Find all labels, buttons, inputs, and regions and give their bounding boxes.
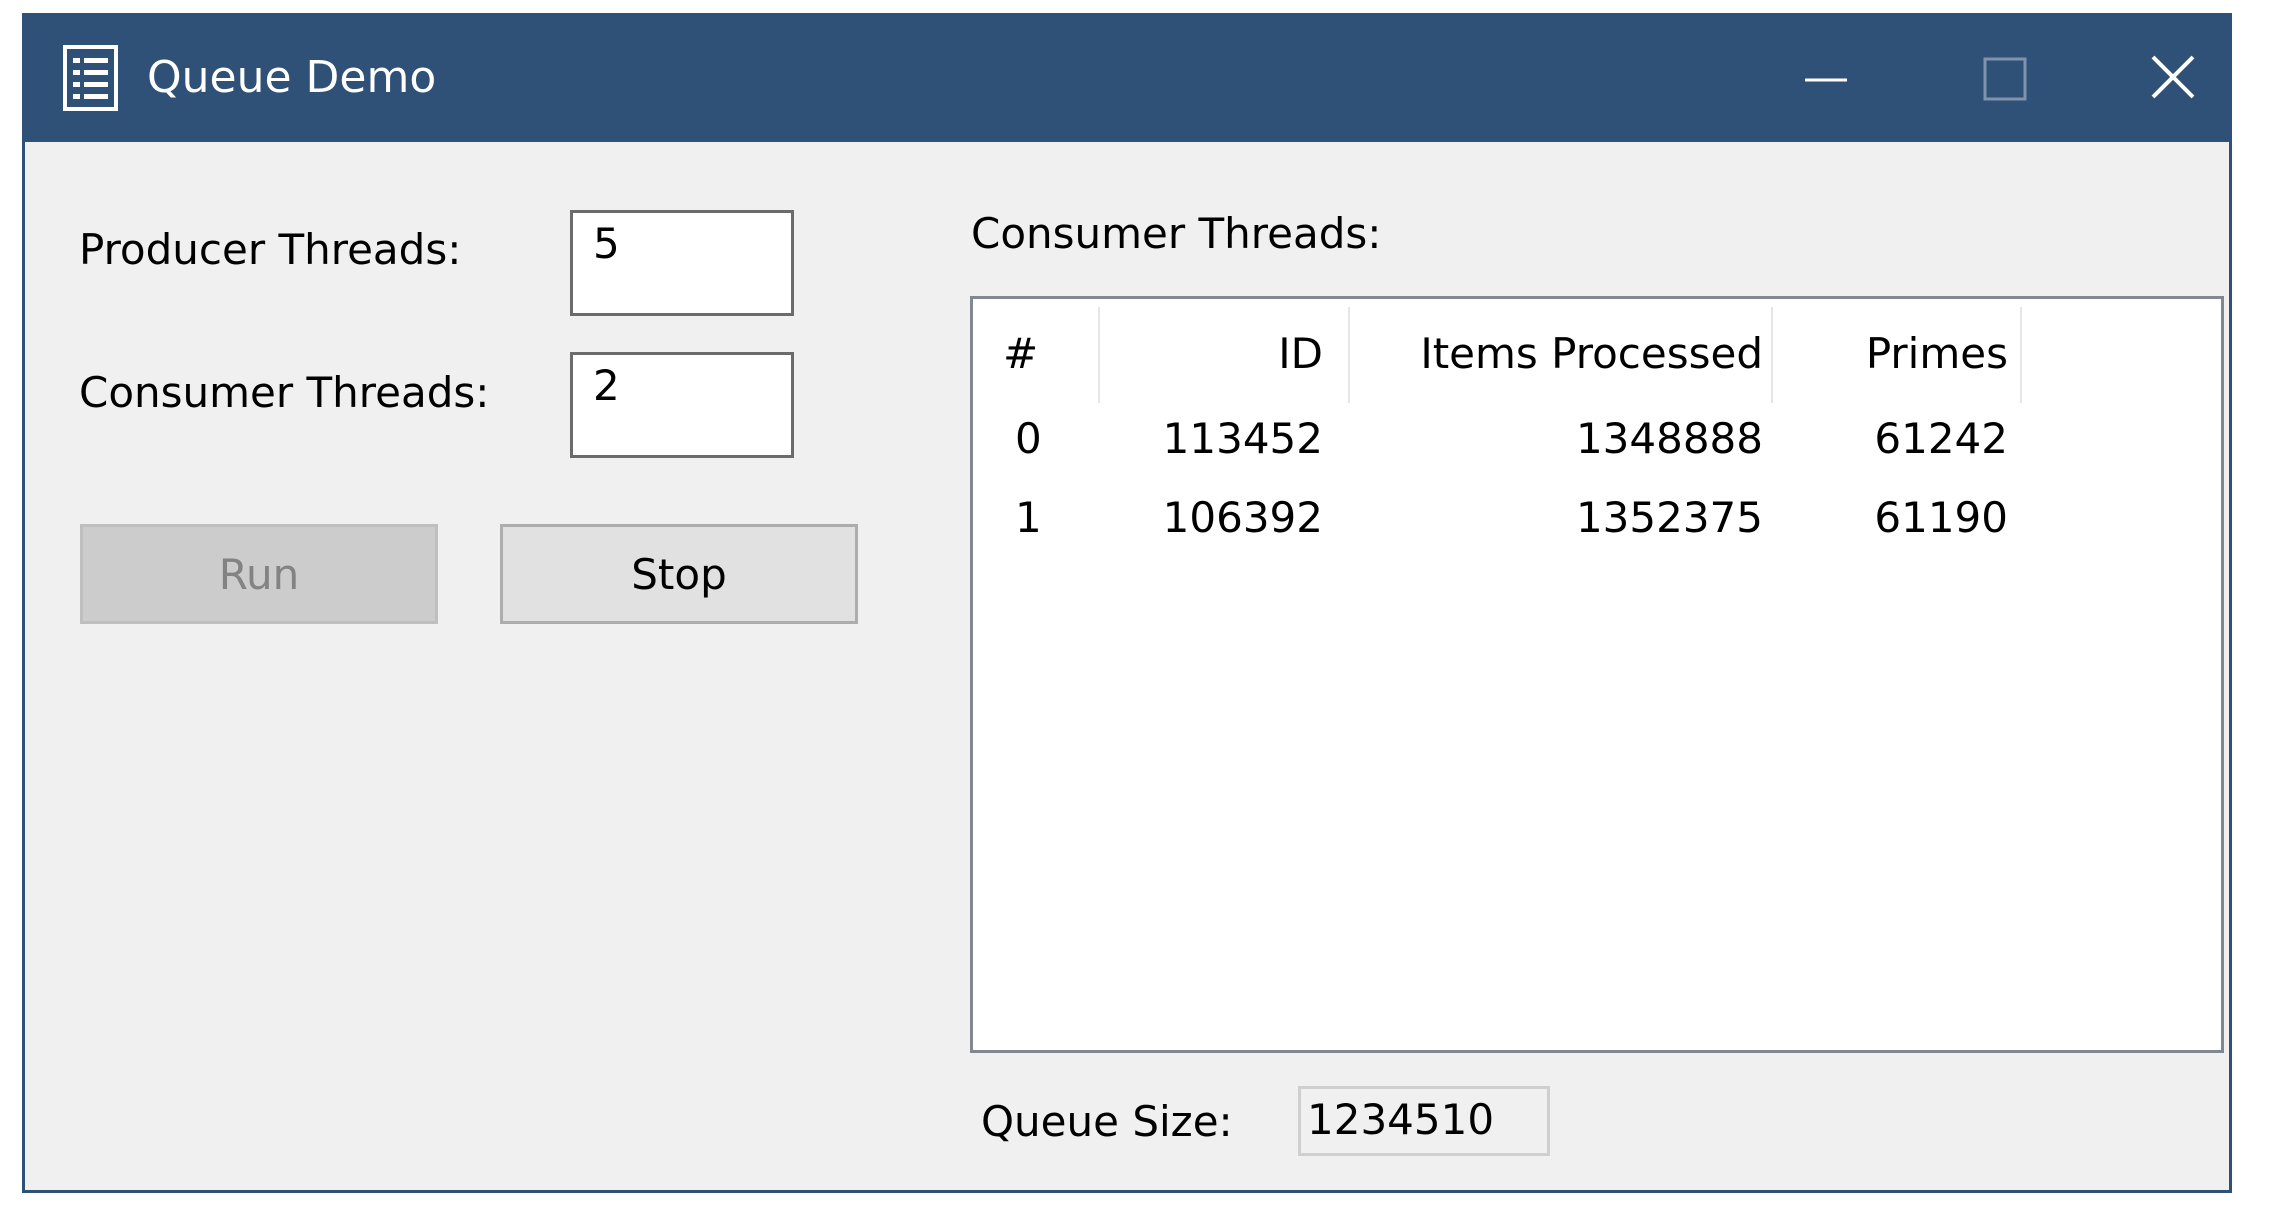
run-button[interactable]: Run [80, 524, 438, 624]
cell-primes: 61242 [1874, 414, 2008, 463]
minimize-button[interactable] [1737, 16, 1917, 142]
client-area: Producer Threads: 5 Consumer Threads: 2 … [25, 142, 2229, 1190]
column-divider[interactable] [2020, 307, 2022, 403]
column-divider[interactable] [1348, 307, 1350, 403]
cell-primes: 61190 [1874, 493, 2008, 542]
window-title: Queue Demo [147, 52, 437, 103]
list-header: # ID Items Processed Primes [973, 299, 2221, 409]
stop-button[interactable]: Stop [500, 524, 858, 624]
consumer-threads-heading: Consumer Threads: [971, 209, 1382, 258]
title-bar[interactable]: Queue Demo [25, 16, 2229, 142]
cell-index: 1 [1015, 493, 1042, 542]
column-divider[interactable] [1771, 307, 1773, 403]
cell-id: 113452 [1162, 414, 1323, 463]
column-header-id[interactable]: ID [1103, 299, 1323, 409]
column-header-index[interactable]: # [1003, 299, 1038, 409]
cell-items-processed: 1352375 [1575, 493, 1763, 542]
cell-index: 0 [1015, 414, 1042, 463]
app-window: Queue Demo Producer Threads: 5 Consumer … [22, 13, 2232, 1193]
consumer-threads-list[interactable]: # ID Items Processed Primes 0 113452 134… [970, 296, 2224, 1053]
list-document-icon [63, 45, 118, 111]
consumer-threads-label: Consumer Threads: [79, 368, 490, 417]
queue-size-field[interactable]: 1234510 [1298, 1086, 1550, 1156]
column-header-items-processed[interactable]: Items Processed [1353, 299, 1763, 409]
maximize-icon [1983, 57, 2027, 101]
column-divider[interactable] [1098, 307, 1100, 403]
producer-threads-input[interactable]: 5 [570, 210, 794, 316]
cell-id: 106392 [1162, 493, 1323, 542]
minimize-icon [1805, 78, 1847, 82]
list-row[interactable]: 0 113452 1348888 61242 [973, 399, 2221, 479]
column-header-primes[interactable]: Primes [1793, 299, 2008, 409]
queue-size-label: Queue Size: [981, 1097, 1233, 1146]
cell-items-processed: 1348888 [1575, 414, 1763, 463]
maximize-button[interactable] [1917, 16, 2097, 142]
close-icon [2151, 55, 2195, 99]
consumer-threads-input[interactable]: 2 [570, 352, 794, 458]
producer-threads-label: Producer Threads: [79, 225, 462, 274]
close-button[interactable] [2085, 16, 2265, 142]
list-row[interactable]: 1 106392 1352375 61190 [973, 478, 2221, 558]
